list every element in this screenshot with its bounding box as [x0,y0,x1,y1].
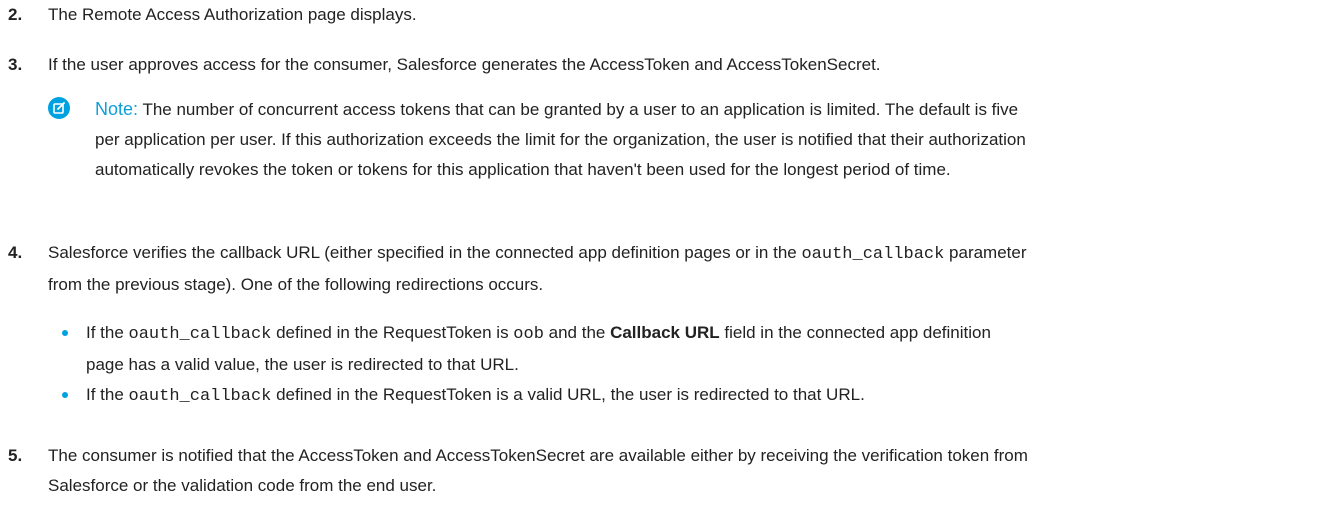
step-text: Salesforce verifies the callback URL (ei… [48,243,802,262]
step-text: The Remote Access Authorization page dis… [48,5,417,24]
note-label: Note: [95,99,139,119]
step-text: Salesforce or the validation code from t… [48,476,437,495]
code-oob: oob [513,325,544,344]
step-text: parameter [944,243,1027,262]
code-oauth-callback: oauth_callback [801,245,945,264]
note-text-line3: automatically revokes the token or token… [95,160,951,179]
note-text-line1: The number of concurrent access tokens t… [138,100,1019,119]
step-text: from the previous stage). One of the fol… [48,275,544,294]
step-number: 4. [8,243,23,262]
note-text-line2: per application per user. If this author… [95,130,1026,149]
code-oauth-callback: oauth_callback [128,387,272,406]
step-text: The consumer is notified that the Access… [48,446,1028,465]
step-number: 2. [8,5,23,24]
bold-callback-url: Callback URL [610,323,720,342]
edit-note-icon [48,97,70,119]
step-text: If the user approves access for the cons… [48,55,881,74]
step-number: 5. [8,446,23,465]
bullet-dot [62,330,68,336]
code-oauth-callback: oauth_callback [128,325,272,344]
bullet-dot [62,392,68,398]
step-number: 3. [8,55,23,74]
